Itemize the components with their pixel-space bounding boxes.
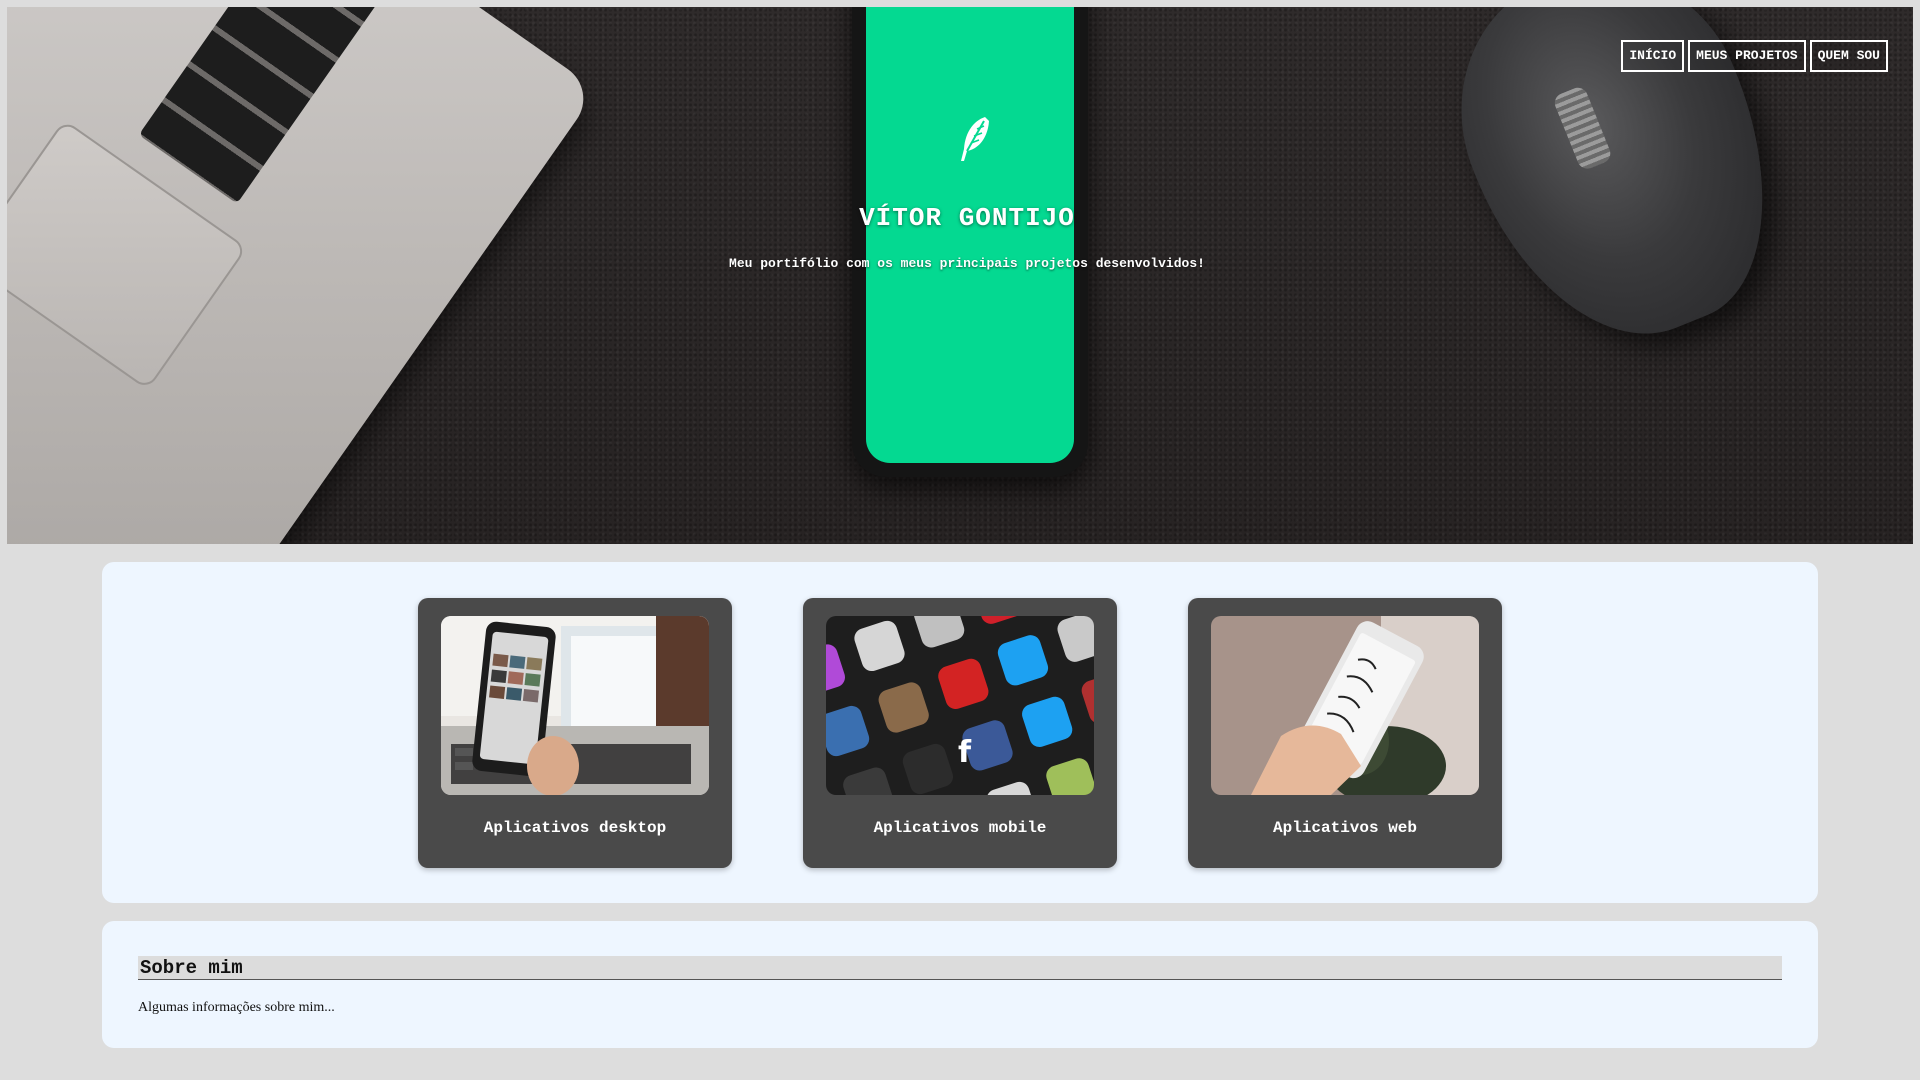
feather-icon xyxy=(961,117,989,161)
desktop-apps-image xyxy=(441,616,709,795)
about-text: Algumas informações sobre mim... xyxy=(138,1000,335,1015)
phone-photo xyxy=(852,7,1088,477)
project-cards: Aplicativos desktop f Aplicativos mobile… xyxy=(418,598,1502,868)
site-subtitle: Meu portifólio com os meus principais pr… xyxy=(729,256,1205,271)
about-section: Sobre mim Algumas informações sobre mim.… xyxy=(102,921,1818,1048)
about-heading: Sobre mim xyxy=(138,956,1782,980)
project-card-label: Aplicativos web xyxy=(1272,819,1418,837)
mobile-apps-image: f xyxy=(826,616,1094,795)
project-card-label: Aplicativos mobile xyxy=(873,819,1047,837)
hero-banner: VÍTOR GONTIJO Meu portifólio com os meus… xyxy=(7,7,1913,544)
project-card-mobile[interactable]: f Aplicativos mobile xyxy=(803,598,1117,868)
nav-quem-sou-button[interactable]: QUEM SOU xyxy=(1809,40,1888,72)
laptop-photo xyxy=(7,7,598,544)
nav-meus-projetos-button[interactable]: MEUS PROJETOS xyxy=(1688,40,1806,72)
nav-inicio-button[interactable]: INÍCIO xyxy=(1621,40,1685,72)
project-card-web[interactable]: Aplicativos web xyxy=(1188,598,1502,868)
site-title: VÍTOR GONTIJO xyxy=(859,203,1075,233)
phone-screen xyxy=(866,7,1074,463)
mouse-wheel-decoration xyxy=(1551,84,1614,172)
svg-text:f: f xyxy=(958,735,972,770)
projects-section: Aplicativos desktop f Aplicativos mobile… xyxy=(102,562,1818,903)
page: VÍTOR GONTIJO Meu portifólio com os meus… xyxy=(0,0,1920,1080)
keyboard-decoration xyxy=(138,7,387,204)
top-nav: INÍCIO MEUS PROJETOS QUEM SOU xyxy=(1621,40,1888,72)
web-apps-image xyxy=(1211,616,1479,795)
project-card-desktop[interactable]: Aplicativos desktop xyxy=(418,598,732,868)
project-card-label: Aplicativos desktop xyxy=(483,819,667,837)
